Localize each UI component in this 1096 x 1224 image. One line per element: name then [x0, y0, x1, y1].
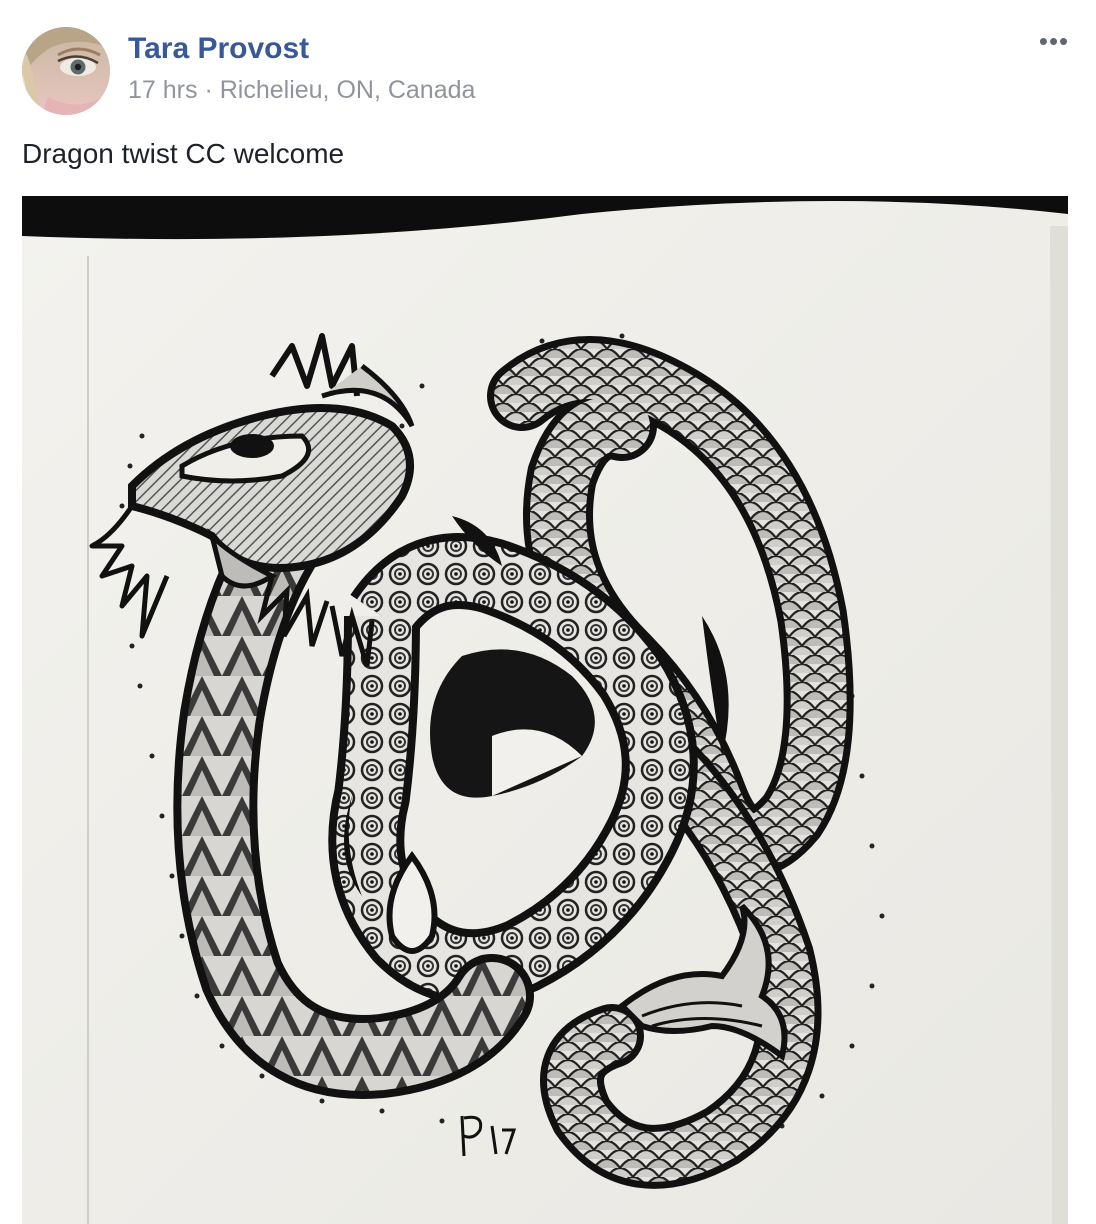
post-location[interactable]: Richelieu, ON, Canada	[220, 76, 476, 104]
author-avatar[interactable]	[22, 27, 110, 115]
post-meta: 17 hrs · Richelieu, ON, Canada	[128, 74, 475, 106]
post-timestamp[interactable]: 17 hrs	[128, 76, 197, 104]
more-options-icon[interactable]: •••	[1034, 28, 1074, 56]
post-caption: Dragon twist CC welcome	[22, 138, 345, 169]
feed-post: Tara Provost 17 hrs · Richelieu, ON, Can…	[0, 0, 1096, 1224]
meta-separator: ·	[204, 76, 213, 104]
avatar-photo-icon	[22, 27, 110, 115]
post-photo[interactable]	[22, 196, 1068, 1224]
author-name[interactable]: Tara Provost	[128, 30, 309, 68]
dragon-drawing-icon	[22, 196, 1068, 1224]
